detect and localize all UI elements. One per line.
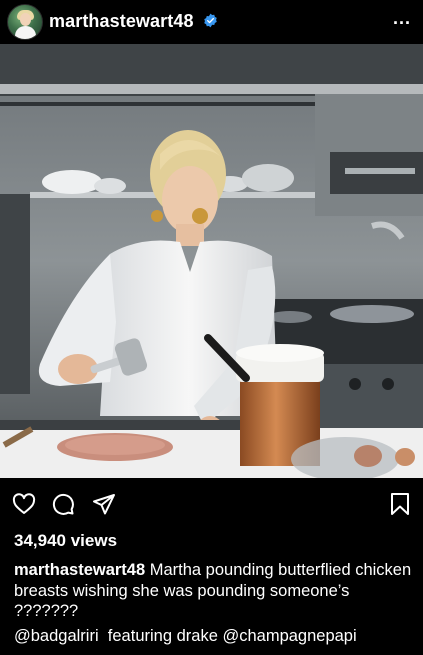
post-video[interactable] — [0, 44, 423, 478]
caption-username[interactable]: marthastewart48 — [14, 561, 145, 579]
heart-icon[interactable] — [12, 492, 36, 516]
share-icon[interactable] — [92, 492, 116, 516]
mention-badgalriri[interactable]: @badgalriri — [14, 627, 99, 645]
post-header: marthastewart48 ... — [0, 0, 423, 44]
kitchen-scene-image — [0, 44, 423, 478]
views-count: 34,940 views — [14, 531, 118, 550]
comment-icon[interactable] — [51, 492, 75, 516]
action-bar — [0, 491, 423, 517]
mention-champagnepapi[interactable]: @champagnepapi — [222, 627, 356, 645]
username-link[interactable]: marthastewart48 — [49, 11, 194, 32]
post-caption: marthastewart48 Martha pounding butterfl… — [14, 560, 414, 622]
bookmark-icon[interactable] — [388, 492, 412, 516]
featuring-text: featuring drake — [107, 627, 218, 645]
verified-icon — [204, 13, 217, 28]
more-options-button[interactable]: ... — [393, 8, 411, 29]
caption-tags: @badgalriri featuring drake @champagnepa… — [14, 627, 357, 646]
avatar[interactable] — [7, 4, 43, 40]
